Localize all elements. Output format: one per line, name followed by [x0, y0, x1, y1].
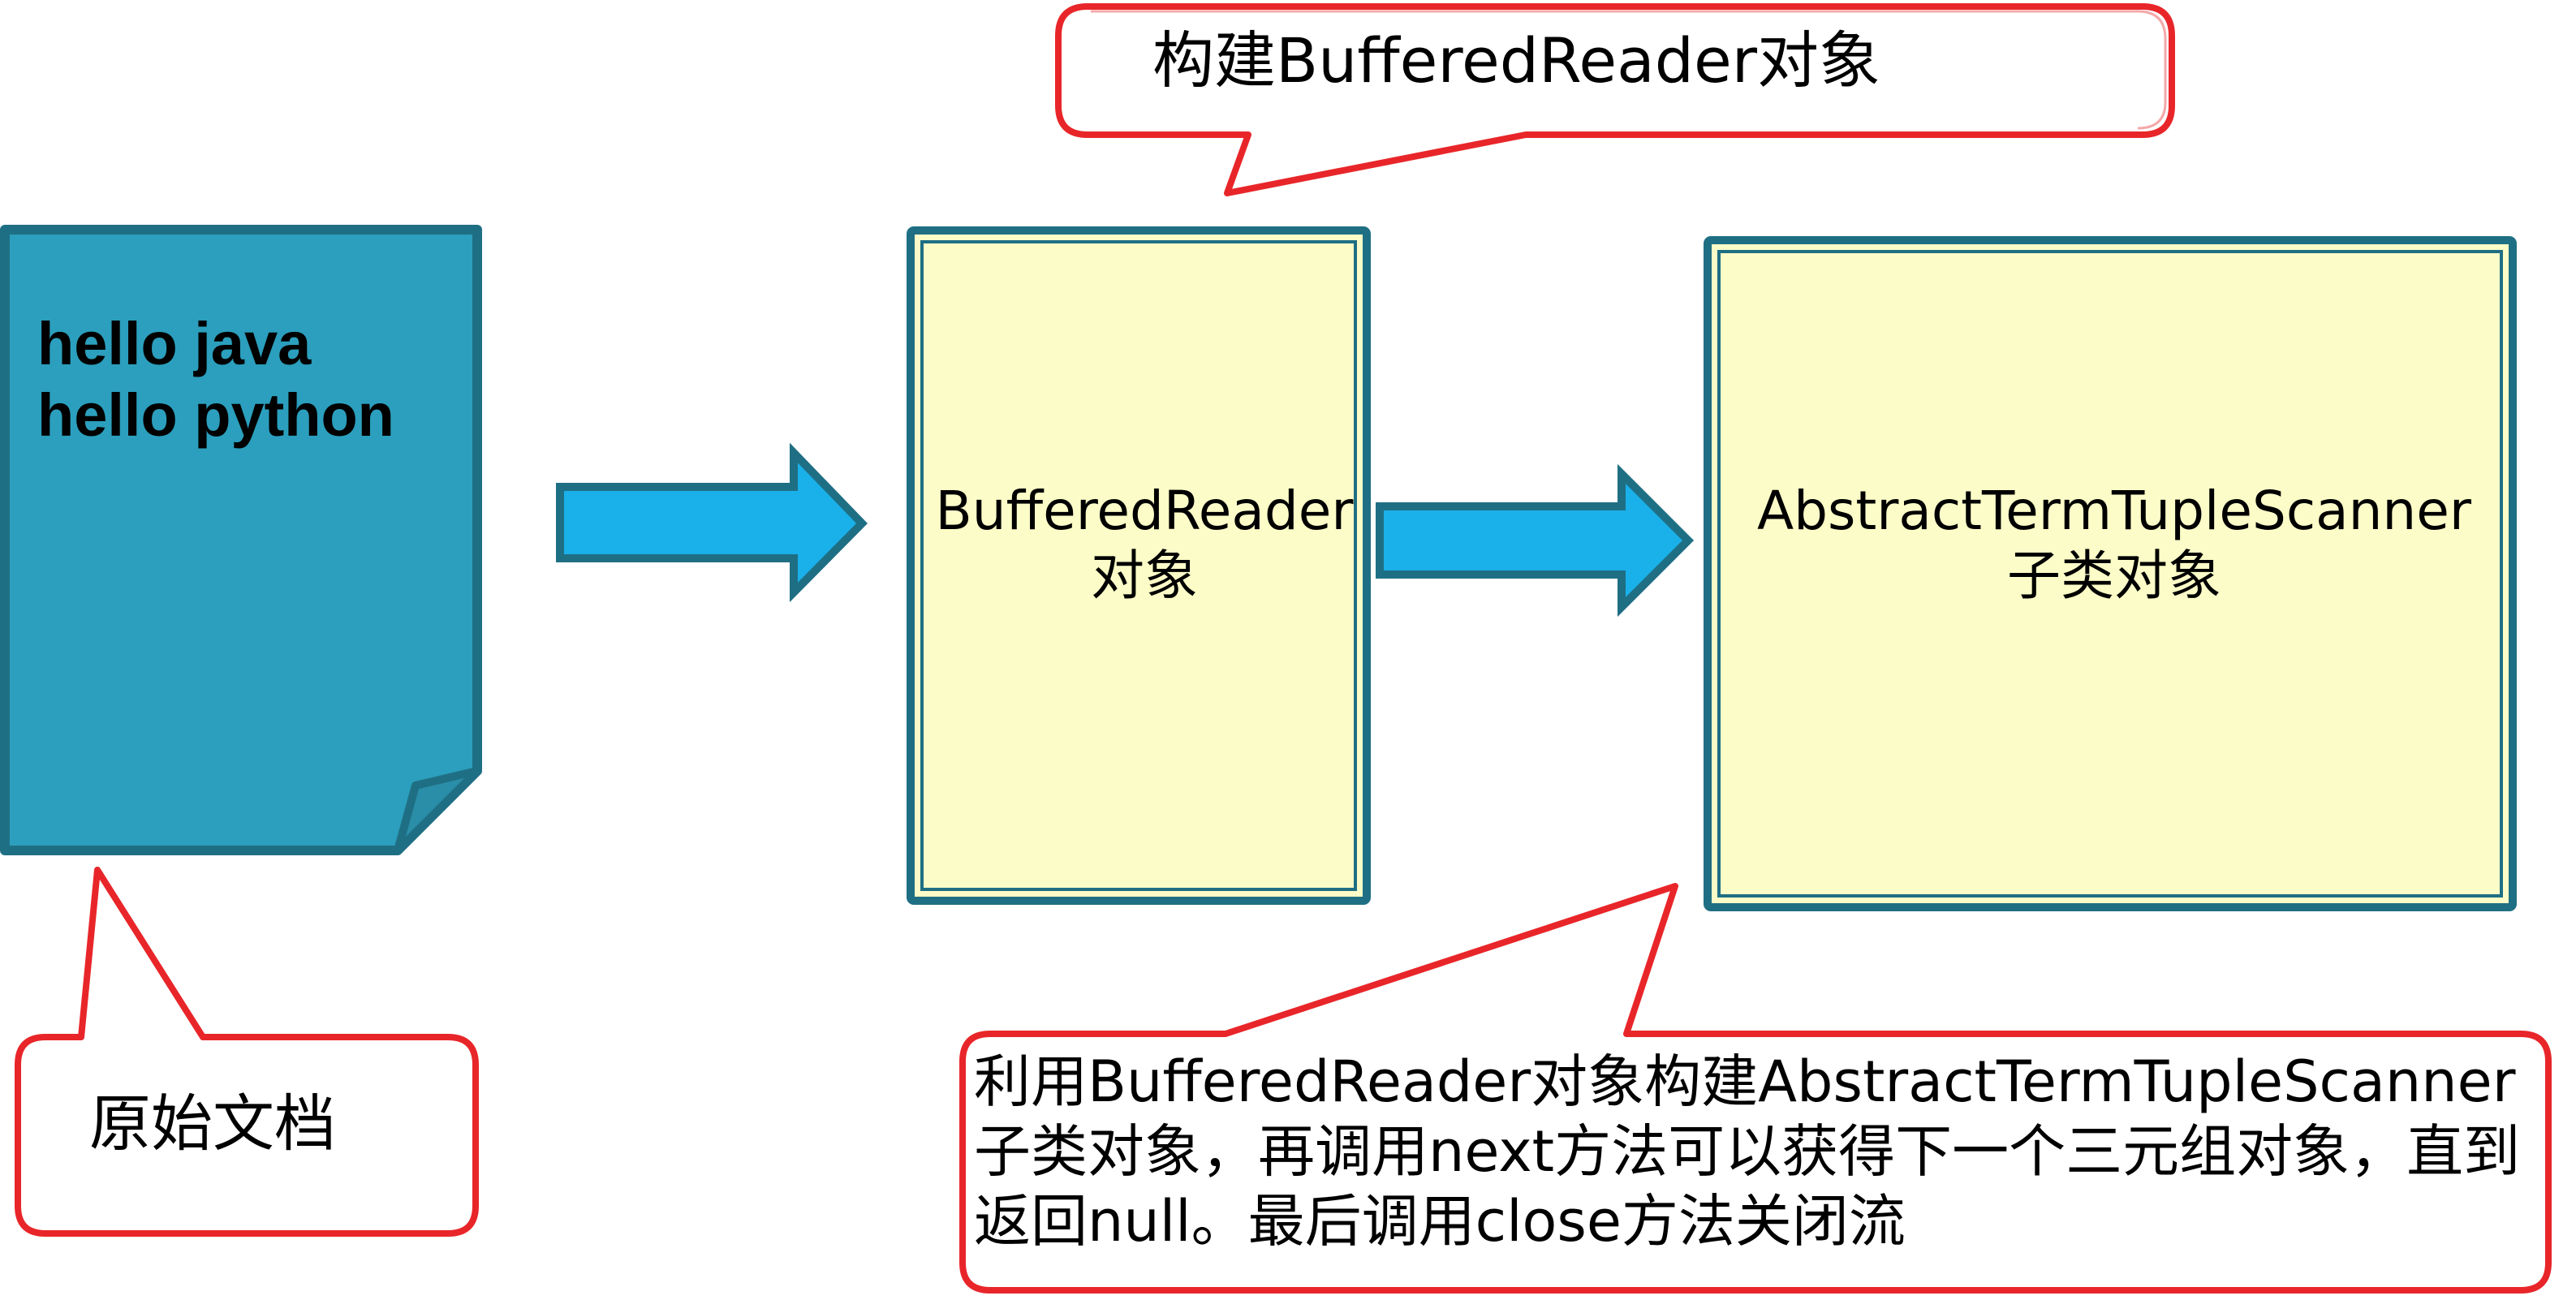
callout-build-reader-text: 构建BufferedReader对象 [1152, 24, 1880, 97]
scanner-box-label-line-1: AbstractTermTupleScanner [1756, 480, 2471, 542]
scanner-box-label-line-2: 子类对象 [2007, 545, 2221, 607]
callout-raw-document-text: 原始文档 [89, 1087, 336, 1160]
arrow-reader-to-scanner [1376, 463, 1695, 618]
callout-explanation-text: 利用BufferedReader对象构建AbstractTermTupleSca… [974, 1048, 2521, 1255]
scanner-box-label: AbstractTermTupleScanner 子类对象 [1696, 479, 2532, 609]
document-line-2: hello python [37, 381, 394, 449]
reader-box-label-line-2: 对象 [1091, 545, 1198, 607]
arrow-document-to-reader [556, 442, 868, 603]
document-line-1: hello java [37, 310, 312, 377]
reader-box-label-line-1: BufferedReader [935, 480, 1354, 542]
document-content: hello java hello python [37, 308, 394, 451]
callout-raw-document-bubble [15, 867, 479, 1237]
reader-box-label: BufferedReader 对象 [909, 479, 1380, 609]
